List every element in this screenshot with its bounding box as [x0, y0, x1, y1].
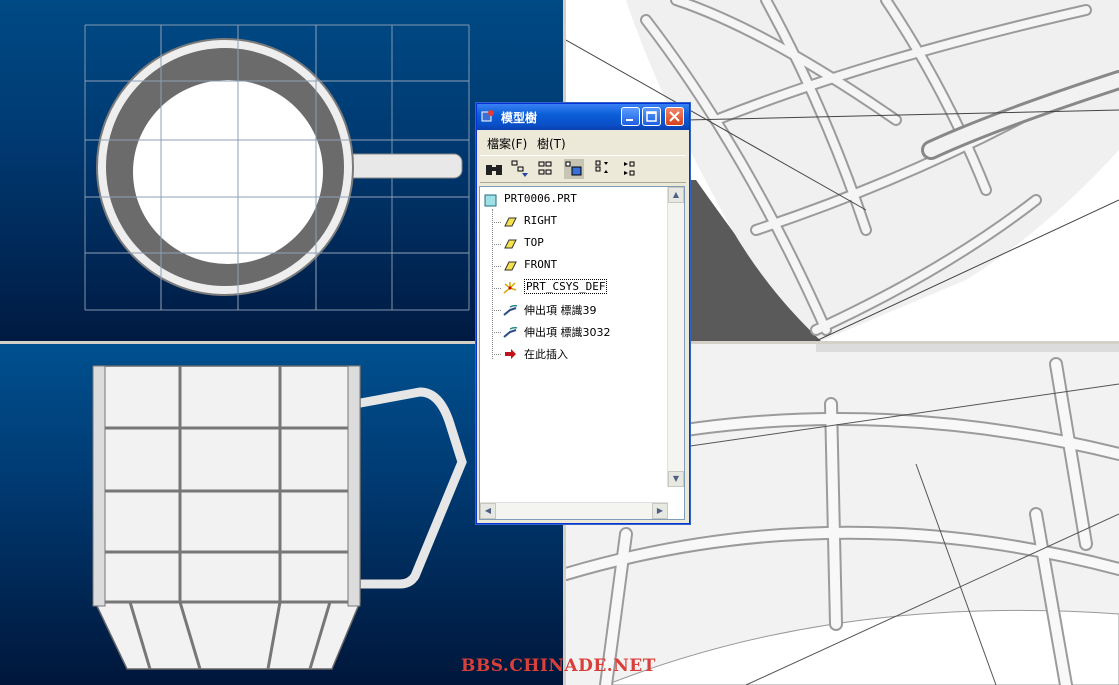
tree-item-protrusion-3032[interactable]: 伸出項 標識3032	[480, 322, 666, 342]
menu-tree[interactable]: 樹(T)	[537, 135, 566, 152]
insert-here-arrow-icon	[505, 349, 516, 359]
tree-item-front[interactable]: FRONT	[480, 256, 666, 276]
tree-root-label: PRT0006.PRT	[504, 192, 577, 205]
find-button[interactable]	[484, 159, 504, 179]
model-tree-window[interactable]: 模型樹 檔案(F) 樹(T) PRT0006.PRT RIGHT TOP FRO…	[476, 103, 690, 524]
close-icon	[669, 111, 680, 122]
expand-icon	[595, 160, 608, 173]
scroll-left-icon[interactable]: ◀	[480, 503, 496, 519]
show-tree-filter-button[interactable]	[510, 159, 530, 179]
show-tree-filter-icon	[511, 160, 528, 177]
menu-bar: 檔案(F) 樹(T)	[477, 132, 689, 152]
horizontal-scrollbar[interactable]: ◀ ▶	[480, 502, 668, 519]
maximize-icon	[646, 111, 657, 122]
tree-item-label: 伸出項 標識3032	[524, 326, 611, 339]
minimize-button[interactable]	[621, 107, 640, 126]
minimize-icon	[626, 119, 633, 121]
tree-columns-icon	[565, 161, 582, 176]
find-icon	[486, 165, 502, 175]
tree-item-label: 在此插入	[524, 348, 568, 361]
model-tree-app-icon	[481, 110, 494, 122]
model-tree-panel[interactable]: PRT0006.PRT RIGHT TOP FRONT PRT_CSYS_DEF…	[479, 186, 685, 520]
tree-item-label: TOP	[524, 236, 544, 249]
tree-item-insert-here[interactable]: 在此插入	[480, 344, 666, 364]
toolbar	[480, 155, 686, 183]
part-icon	[484, 194, 497, 207]
window-titlebar[interactable]: 模型樹	[477, 104, 689, 130]
protrusion-icon	[503, 326, 518, 338]
tree-columns-button[interactable]	[564, 159, 584, 179]
watermark-text: BBS.CHINADE.NET	[461, 656, 656, 676]
scroll-up-icon[interactable]: ▲	[668, 187, 684, 203]
tree-item-label: PRT_CSYS_DEF	[524, 279, 608, 294]
tree-item-top[interactable]: TOP	[480, 234, 666, 254]
tree-item-csys[interactable]: PRT_CSYS_DEF	[480, 278, 666, 298]
tree-root[interactable]: PRT0006.PRT	[480, 190, 666, 210]
settings-icon	[538, 161, 552, 175]
expand-button[interactable]	[592, 159, 612, 179]
window-title: 模型樹	[501, 111, 538, 125]
close-button[interactable]	[665, 107, 684, 126]
collapse-icon	[624, 161, 635, 176]
datum-plane-icon	[504, 261, 517, 271]
datum-plane-icon	[504, 217, 517, 227]
protrusion-icon	[503, 304, 518, 316]
scroll-down-icon[interactable]: ▼	[668, 471, 684, 487]
maximize-button[interactable]	[642, 107, 661, 126]
menu-file[interactable]: 檔案(F)	[487, 135, 527, 152]
tree-item-right[interactable]: RIGHT	[480, 212, 666, 232]
tree-item-label: FRONT	[524, 258, 558, 271]
tree-item-label: RIGHT	[524, 214, 558, 227]
collapse-button[interactable]	[620, 159, 640, 179]
vertical-scrollbar[interactable]: ▲ ▼	[667, 187, 684, 487]
tree-item-protrusion-39[interactable]: 伸出項 標識39	[480, 300, 666, 320]
settings-button[interactable]	[536, 159, 556, 179]
scroll-right-icon[interactable]: ▶	[652, 503, 668, 519]
tree-item-label: 伸出項 標識39	[524, 304, 597, 317]
coordinate-system-icon	[503, 282, 517, 294]
datum-plane-icon	[504, 239, 517, 249]
